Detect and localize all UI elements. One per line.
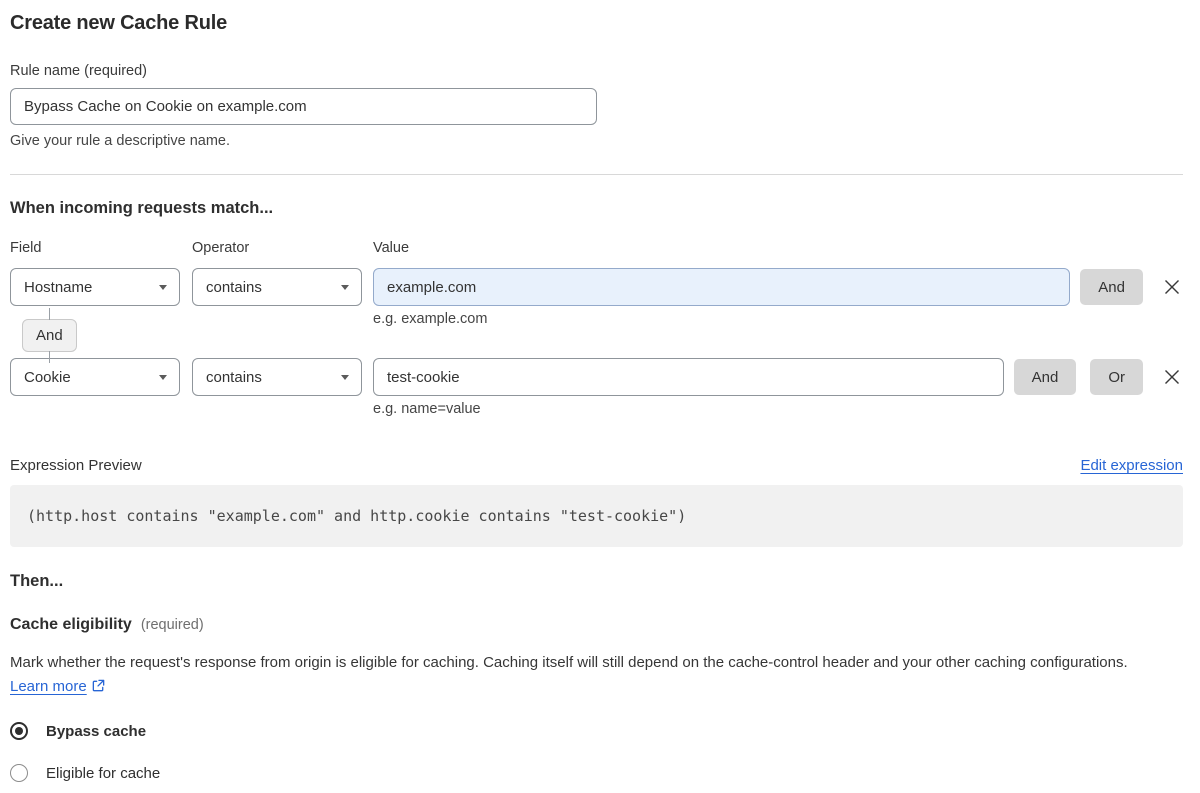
rule-name-helper: Give your rule a descriptive name. (10, 133, 231, 149)
radio-selected-icon[interactable] (10, 722, 28, 740)
rule-name-input[interactable] (10, 88, 597, 125)
operator-select-row2[interactable]: contains (192, 358, 362, 396)
and-button-row1[interactable]: And (1080, 269, 1143, 305)
radio-option-eligible-for-cache[interactable]: Eligible for cache (10, 764, 1183, 782)
chevron-down-icon (159, 374, 167, 380)
description-text: Mark whether the request's response from… (10, 654, 1128, 671)
cache-eligibility-title: Cache eligibility (10, 616, 132, 633)
value-input-row1[interactable] (373, 268, 1071, 306)
row-connector-and-button[interactable]: And (22, 308, 77, 363)
value-input-row2[interactable] (373, 358, 1004, 396)
radio-option-bypass-cache[interactable]: Bypass cache (10, 722, 1183, 740)
operator-select-row2-value: contains (206, 368, 262, 386)
operator-column-label: Operator (192, 240, 250, 256)
match-rows: Hostname contains e.g. example.com And A… (10, 268, 1183, 417)
and-button-row2[interactable]: And (1013, 359, 1077, 395)
required-tag: (required) (140, 617, 204, 633)
field-select-row1[interactable]: Hostname (10, 268, 180, 306)
edit-expression-link[interactable]: Edit expression (1080, 457, 1183, 474)
chevron-down-icon (159, 284, 167, 290)
value-column-row1: e.g. example.com (373, 268, 1071, 327)
remove-row1-button[interactable] (1161, 276, 1183, 298)
radio-unselected-icon[interactable] (10, 764, 28, 782)
or-button-row2[interactable]: Or (1090, 359, 1143, 395)
match-column-labels: Field Operator Value (10, 240, 1183, 256)
value-column-label: Value (373, 240, 410, 256)
rule-name-label: Rule name (required) (10, 63, 148, 79)
external-link-icon (91, 678, 106, 693)
create-cache-rule-form: Create new Cache Rule Rule name (require… (0, 0, 1200, 782)
close-icon (1165, 370, 1179, 384)
expression-preview-header: Expression Preview Edit expression (10, 457, 1183, 474)
close-icon (1165, 280, 1179, 294)
cache-eligibility-heading: Cache eligibility (required) (10, 616, 1183, 634)
learn-more-link[interactable]: Learn more (10, 678, 87, 695)
field-column-label: Field (10, 240, 42, 256)
cache-eligibility-description: Mark whether the request's response from… (10, 651, 1170, 699)
value-hint-row2: e.g. name=value (373, 401, 481, 417)
chevron-down-icon (341, 374, 349, 380)
radio-label-bypass-cache: Bypass cache (46, 722, 147, 740)
operator-select-row1-value: contains (206, 278, 262, 296)
expression-preview-code: (http.host contains "example.com" and ht… (10, 485, 1183, 547)
field-select-row2[interactable]: Cookie (10, 358, 180, 396)
value-hint-row1: e.g. example.com (373, 311, 488, 327)
field-select-row1-value: Hostname (24, 278, 93, 296)
expression-preview-label: Expression Preview (10, 457, 142, 474)
remove-row2-button[interactable] (1161, 366, 1183, 388)
match-heading: When incoming requests match... (10, 199, 274, 217)
value-column-row2: e.g. name=value (373, 358, 1004, 417)
operator-select-row1[interactable]: contains (192, 268, 362, 306)
field-select-row2-value: Cookie (24, 368, 71, 386)
then-heading: Then... (10, 572, 64, 590)
chevron-down-icon (341, 284, 349, 290)
section-divider (10, 174, 1183, 175)
page-title: Create new Cache Rule (10, 12, 227, 34)
match-row-1: Hostname contains e.g. example.com And (10, 268, 1183, 327)
radio-label-eligible-for-cache: Eligible for cache (46, 764, 161, 782)
match-row-2: Cookie contains e.g. name=value And Or (10, 358, 1183, 417)
